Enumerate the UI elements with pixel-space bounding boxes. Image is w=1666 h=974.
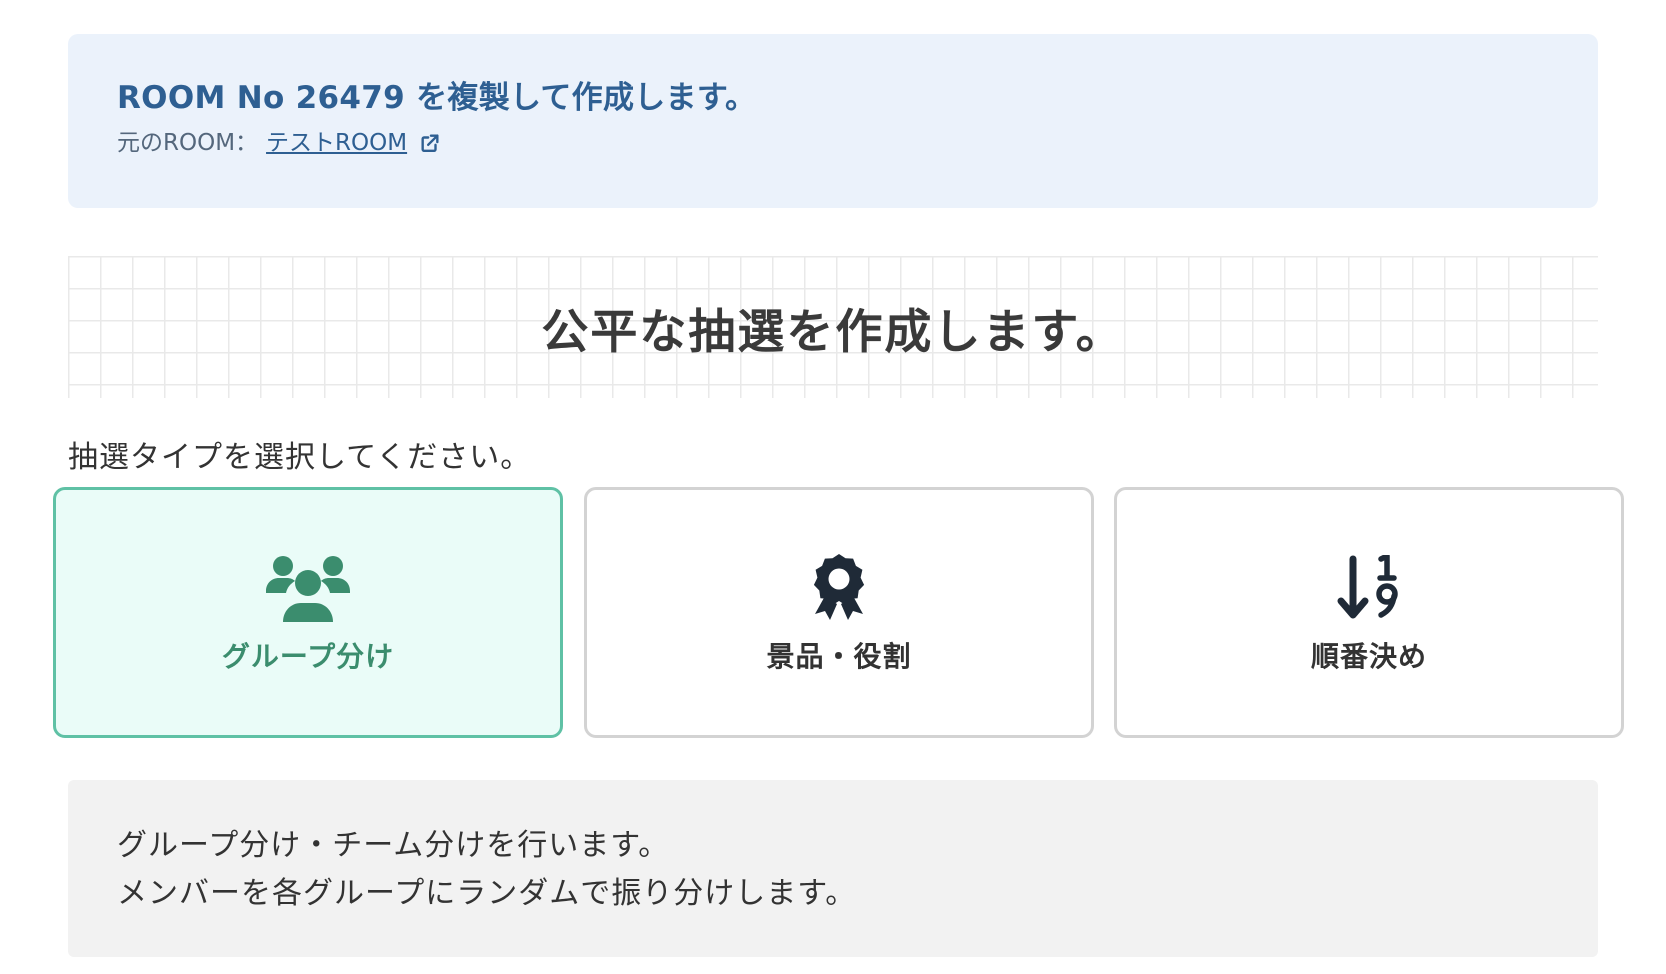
lottery-type-prize-label: 景品・役割 bbox=[766, 640, 912, 673]
sort-numeric-down-icon bbox=[1337, 553, 1401, 623]
lottery-type-prize-card[interactable]: 景品・役割 bbox=[584, 487, 1094, 738]
lottery-type-group-label: グループ分け bbox=[221, 640, 395, 673]
award-ribbon-icon bbox=[811, 553, 867, 623]
page-title: 公平な抽選を作成します。 bbox=[541, 304, 1125, 360]
external-link-icon[interactable] bbox=[419, 132, 441, 154]
page: ROOM No 26479 を複製して作成します。 元のROOM： テストROO… bbox=[0, 0, 1666, 974]
duplicate-notice-title: ROOM No 26479 を複製して作成します。 bbox=[117, 80, 757, 116]
lottery-type-order-label: 順番決め bbox=[1310, 640, 1427, 673]
description-line-1: グループ分け・チーム分けを行います。 bbox=[117, 828, 670, 863]
description-line-2: メンバーを各グループにランダムで振り分けします。 bbox=[117, 876, 857, 911]
source-room-label: 元のROOM： bbox=[117, 130, 259, 156]
lottery-type-order-card[interactable]: 順番決め bbox=[1114, 487, 1624, 738]
hero-header: 公平な抽選を作成します。 bbox=[68, 256, 1598, 398]
duplicate-notice: ROOM No 26479 を複製して作成します。 元のROOM： テストROO… bbox=[68, 34, 1598, 208]
source-room-link[interactable]: テストROOM bbox=[266, 126, 407, 160]
lottery-type-group-card[interactable]: グループ分け bbox=[53, 487, 563, 738]
lottery-type-description: グループ分け・チーム分けを行います。 メンバーを各グループにランダムで振り分けし… bbox=[68, 780, 1598, 957]
source-room-row: 元のROOM： テストROOM bbox=[117, 126, 1598, 160]
users-group-icon bbox=[266, 553, 350, 623]
lottery-type-prompt: 抽選タイプを選択してください。 bbox=[68, 440, 532, 475]
